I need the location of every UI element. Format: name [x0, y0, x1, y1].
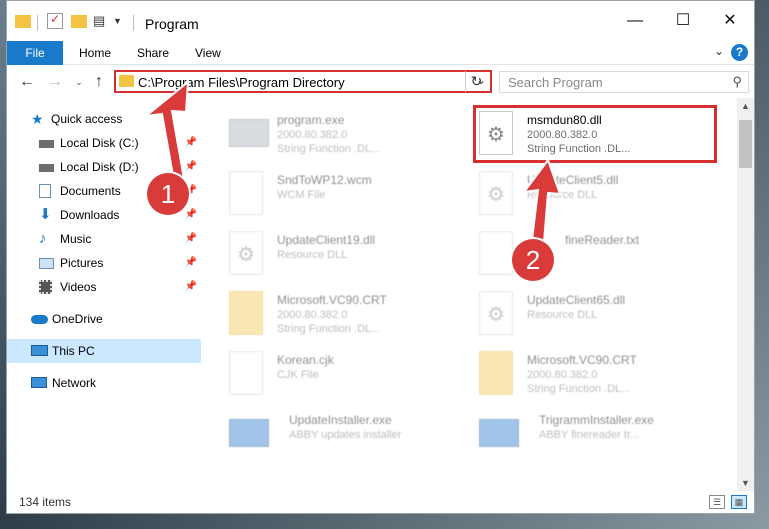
annotation-badge-1: 1: [147, 173, 189, 215]
annotation-arrows: [142, 79, 562, 244]
annotation-badge-2: 2: [512, 239, 554, 281]
arrow-1: [142, 79, 190, 183]
arrow-2: [521, 157, 562, 244]
